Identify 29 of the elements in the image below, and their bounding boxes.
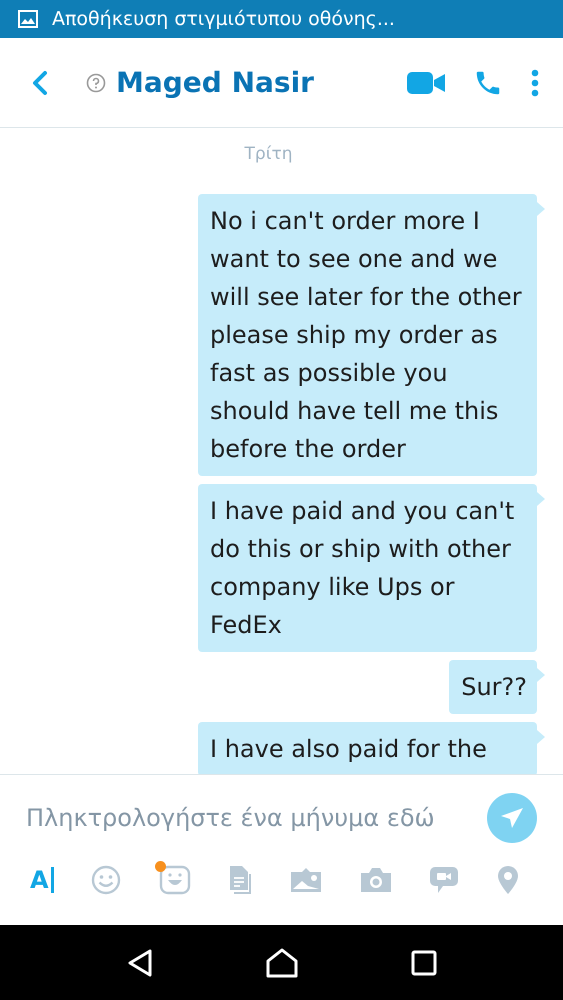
more-icon[interactable]: [531, 68, 539, 96]
bubble-tail: [537, 202, 545, 216]
message-bubble: I have also paid for the: [198, 722, 537, 774]
message-field[interactable]: Πληκτρολογήστε ένα μήνυμα εδώ: [26, 804, 477, 832]
camera-icon[interactable]: [360, 867, 392, 893]
back-icon[interactable]: [32, 70, 48, 96]
help-icon: [86, 72, 106, 92]
image-icon: [18, 10, 38, 28]
video-message-icon[interactable]: [429, 866, 460, 894]
message-bubble: Sur??: [449, 660, 537, 714]
back-nav-icon[interactable]: [126, 948, 152, 978]
photo-icon[interactable]: [290, 867, 322, 893]
send-button[interactable]: [487, 793, 537, 843]
message-bubble: No i can't order more I want to see one and we will see later for the other please ship my order as fast as possible you should have tell me this before the order: [198, 194, 537, 476]
file-icon[interactable]: [228, 865, 252, 895]
message-bubble: I have paid and you can't do this or ship with other company like Ups or FedEx: [198, 484, 537, 652]
bubble-tail: [537, 730, 545, 744]
location-icon[interactable]: [496, 865, 519, 895]
video-call-icon[interactable]: [407, 72, 445, 94]
contact-name[interactable]: Maged Nasir: [116, 66, 314, 99]
text-format-button[interactable]: A: [30, 867, 54, 893]
emoji-icon[interactable]: [91, 865, 122, 895]
notification-text: Αποθήκευση στιγμιότυπου οθόνης...: [52, 8, 395, 30]
bubble-tail: [537, 492, 545, 506]
send-icon: [500, 807, 524, 829]
home-icon[interactable]: [266, 948, 298, 978]
recent-apps-icon[interactable]: [410, 950, 436, 976]
day-separator: Τρίτη: [244, 144, 292, 164]
bubble-tail: [537, 668, 545, 682]
